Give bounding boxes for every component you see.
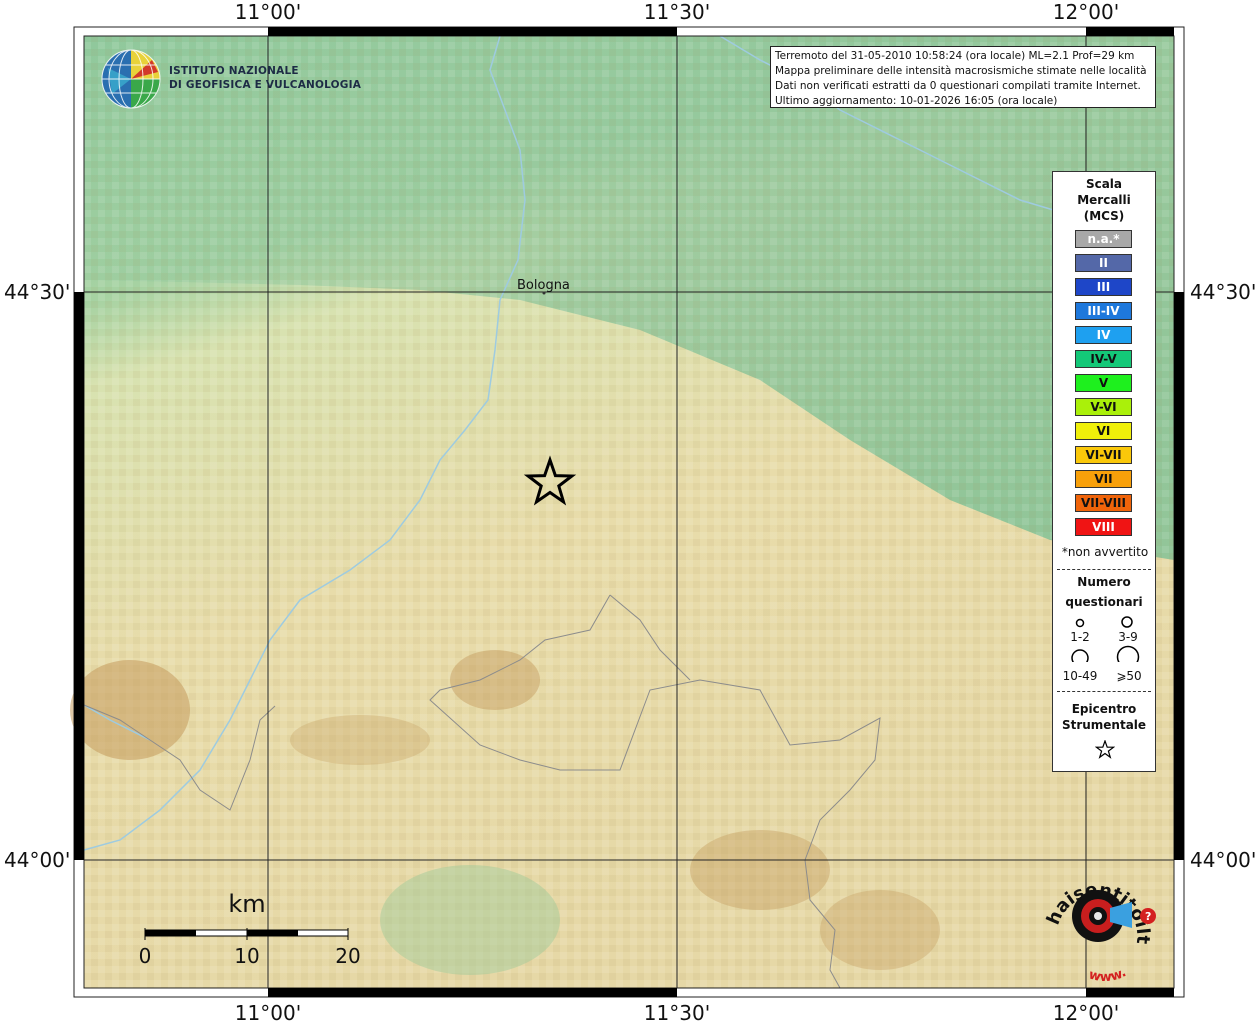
mcs-level-swatch: III-IV — [1075, 302, 1132, 320]
bottom-lon-label: 11°00' — [234, 1001, 302, 1025]
terrain-layer — [70, 36, 1174, 988]
ingv-logo-line2: DI GEOFISICA E VULCANOLOGIA — [169, 79, 362, 91]
mcs-level-swatch: VI-VII — [1075, 446, 1132, 464]
mcs-level-swatch: II — [1075, 254, 1132, 272]
questionnaire-range-label: 1-2 — [1070, 630, 1090, 644]
top-lon-label: 11°00' — [234, 0, 302, 24]
event-info-line: Terremoto del 31-05-2010 10:58:24 (ora l… — [775, 50, 1135, 62]
scale-unit-label: km — [228, 890, 266, 918]
event-info-line: Mappa preliminare delle intensità macros… — [775, 65, 1147, 77]
circle-small-icon — [1075, 618, 1085, 628]
legend-divider — [1057, 569, 1151, 570]
circle-xlarge-icon — [1116, 645, 1140, 662]
city-label-bologna: Bologna — [517, 278, 570, 293]
mcs-level-swatch: IV-V — [1075, 350, 1132, 368]
questionnaire-range-label: ⩾50 — [1116, 669, 1142, 683]
scale-tick-label: 20 — [335, 944, 361, 968]
legend-title: (MCS) — [1083, 209, 1125, 223]
questionnaires-title: Numero — [1077, 575, 1131, 589]
left-lat-label: 44°30' — [4, 280, 71, 304]
circle-medium-icon — [1121, 616, 1133, 628]
mcs-level-swatch: VIII — [1075, 518, 1132, 536]
mcs-level-swatch: VII-VIII — [1075, 494, 1132, 512]
mcs-level-swatch: III — [1075, 278, 1132, 296]
questionnaire-range-label: 10-49 — [1062, 669, 1098, 683]
mcs-legend: Scala Mercalli (MCS) n.a.* II III III-IV IV I… — [1052, 171, 1156, 772]
epicenter-title: Strumentale — [1061, 718, 1147, 732]
mcs-level-swatch: IV — [1075, 326, 1132, 344]
ingv-logo — [100, 48, 162, 110]
right-lat-label: 44°30' — [1190, 280, 1257, 304]
left-lat-label: 44°00' — [4, 848, 71, 872]
right-lat-label: 44°00' — [1190, 848, 1257, 872]
haisentito-badge[interactable]: haisentitoilterremoto.it www. ? — [1027, 846, 1164, 985]
legend-title: Mercalli — [1077, 193, 1131, 207]
scale-tick-label: 0 — [138, 944, 152, 968]
top-lon-label: 12°00' — [1052, 0, 1120, 24]
mcs-level-swatch: VII — [1075, 470, 1132, 488]
mcs-level-swatch: V-VI — [1075, 398, 1132, 416]
scale-tick-label: 10 — [234, 944, 260, 968]
mcs-level-swatch: V — [1075, 374, 1132, 392]
mcs-level-swatch: VI — [1075, 422, 1132, 440]
epicenter-legend-star-icon — [1095, 740, 1115, 759]
bottom-lon-label: 12°00' — [1052, 1001, 1120, 1025]
svg-text:www.: www. — [1087, 965, 1129, 982]
badge-www: www. — [1087, 965, 1129, 985]
event-info-box: Terremoto del 31-05-2010 10:58:24 (ora l… — [770, 46, 1156, 108]
mcs-level-swatch: n.a.* — [1075, 230, 1132, 248]
legend-divider — [1057, 691, 1151, 692]
svg-text:?: ? — [1145, 910, 1151, 923]
haisentito-logo-icon: haisentitoilterremoto.it www. ? — [1027, 846, 1156, 985]
circle-large-icon — [1071, 649, 1089, 662]
legend-title: Scala — [1085, 177, 1123, 191]
event-info-line: Ultimo aggiornamento: 10-01-2026 16:05 (… — [775, 95, 1058, 107]
epicenter-title: Epicentro — [1071, 702, 1137, 716]
not-felt-note: *non avvertito — [1061, 545, 1149, 559]
bottom-lon-label: 11°30' — [643, 1001, 711, 1025]
top-lon-label: 11°30' — [643, 0, 711, 24]
ingv-logo-line1: ISTITUTO NAZIONALE — [169, 65, 299, 77]
globe-icon — [101, 49, 161, 109]
questionnaires-title: questionari — [1065, 595, 1143, 609]
questionnaire-range-label: 3-9 — [1118, 630, 1138, 644]
event-info-line: Dati non verificati estratti da 0 questi… — [775, 80, 1141, 92]
